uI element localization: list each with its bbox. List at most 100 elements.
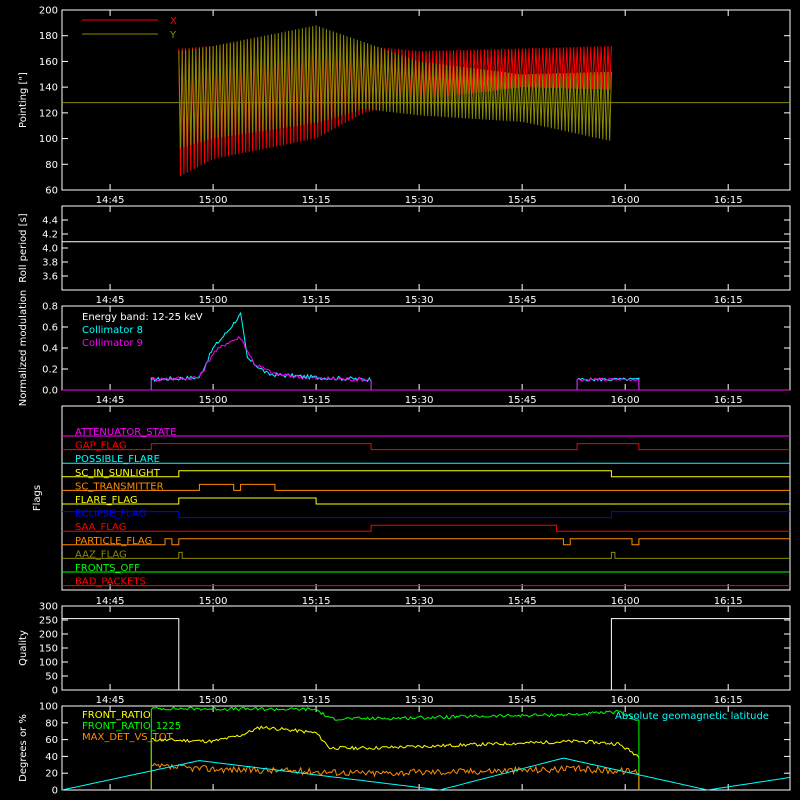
- flag-line: [62, 524, 790, 532]
- y-tick-label: 3.6: [42, 272, 58, 283]
- figure-canvas: 6080100120140160180200Pointing ["]14:45 1…: [18, 6, 791, 797]
- x-tick-label: 16:15: [714, 695, 743, 706]
- y-tick-label: 100: [39, 658, 58, 669]
- legend-label: Collimator 9: [82, 338, 143, 349]
- x-tick-label: 15:00: [199, 395, 228, 406]
- x-tick-label: 15:30: [405, 695, 434, 706]
- x-tick-label: 14:45: [96, 596, 125, 607]
- y-tick-label: 0: [52, 786, 58, 797]
- y-tick-label: 3.8: [42, 258, 58, 269]
- roll_period-ylabel: Roll period [s]: [18, 213, 29, 282]
- x-tick-label: 15:45: [508, 195, 537, 206]
- legend-label: MAX_DET_VS_TOT: [82, 732, 174, 743]
- modulation-ylabel: Normalized modulation: [18, 290, 29, 407]
- y-tick-label: 0.4: [42, 344, 58, 355]
- flag-line: [62, 497, 790, 505]
- x-tick-label: 15:00: [199, 695, 228, 706]
- x-tick-label: 15:00: [199, 596, 228, 607]
- y-tick-label: 0.2: [42, 365, 58, 376]
- x-tick-label: 14:45: [96, 695, 125, 706]
- y-tick-label: 200: [39, 6, 58, 17]
- legend-label: FRONT_RATIO_1225: [82, 721, 181, 732]
- flag-line: [62, 551, 790, 559]
- modulation-series-collimator-9: [150, 335, 372, 390]
- legend-label: Collimator 8: [82, 325, 143, 336]
- y-tick-label: 0.8: [42, 302, 58, 313]
- y-tick-label: 120: [39, 108, 58, 119]
- pointing-ylabel: Pointing ["]: [18, 72, 29, 128]
- x-tick-label: 15:15: [302, 695, 331, 706]
- y-tick-label: 100: [39, 702, 58, 713]
- y-tick-label: 60: [45, 735, 58, 746]
- x-tick-label: 15:30: [405, 195, 434, 206]
- roll_period-frame: [61, 205, 791, 291]
- ratios-series-front_ratio_1225: [150, 706, 640, 790]
- flags-panel: FlagsATTENUATOR_STATEGAP_FLAGPOSSIBLE_FL…: [32, 405, 791, 607]
- x-tick-label: 15:30: [405, 596, 434, 607]
- flags-ylabel: Flags: [32, 485, 43, 511]
- x-tick-label: 14:45: [96, 395, 125, 406]
- modulation-series-late-segment: [576, 377, 640, 390]
- y-tick-label: 140: [39, 83, 58, 94]
- y-tick-label: 80: [45, 160, 58, 171]
- x-tick-label: 15:15: [302, 295, 331, 306]
- flag-line: [62, 538, 790, 546]
- x-tick-label: 16:00: [611, 295, 640, 306]
- x-tick-label: 15:30: [405, 295, 434, 306]
- x-tick-label: 15:45: [508, 596, 537, 607]
- x-tick-label: 16:00: [611, 195, 640, 206]
- x-tick-label: 14:45: [96, 195, 125, 206]
- ratios-series-max_det_vs_tot: [150, 762, 640, 790]
- y-tick-label: 40: [45, 752, 58, 763]
- x-tick-label: 16:15: [714, 295, 743, 306]
- flag-line: [62, 470, 790, 478]
- quality-ylabel: Quality: [18, 630, 29, 666]
- legend-label: X: [170, 16, 177, 27]
- ratios-series-latitude: [61, 757, 791, 791]
- y-tick-label: 4.2: [42, 230, 58, 241]
- x-tick-label: 14:45: [96, 295, 125, 306]
- x-tick-label: 16:15: [714, 395, 743, 406]
- legend-label: FRONT_RATIO: [82, 710, 151, 721]
- x-tick-label: 16:00: [611, 596, 640, 607]
- x-tick-label: 15:45: [508, 695, 537, 706]
- y-tick-label: 20: [45, 769, 58, 780]
- quality-panel: 0 50 100 150 200 250 300 Quality 14:45 15:00 15:15…: [18, 602, 791, 706]
- y-tick-label: 60: [45, 186, 58, 197]
- flag-line: [62, 511, 790, 519]
- y-tick-label: 50: [45, 672, 58, 683]
- x-tick-label: 15:15: [302, 596, 331, 607]
- flag-line: [62, 483, 790, 491]
- modulation-panel: 0.0 0.2 0.4 0.6 0.8 Normalized modulation 14:4…: [18, 290, 791, 407]
- x-tick-label: 15:30: [405, 395, 434, 406]
- y-tick-label: 250: [39, 616, 58, 627]
- x-tick-label: 15:00: [199, 195, 228, 206]
- y-tick-label: 0.6: [42, 323, 58, 334]
- y-tick-label: 80: [45, 718, 58, 729]
- x-tick-label: 16:15: [714, 596, 743, 607]
- y-tick-label: 4.4: [42, 216, 58, 227]
- plots-layer: 6080100120140160180200Pointing ["]14:45 1…: [18, 6, 791, 797]
- x-tick-label: 16:15: [714, 195, 743, 206]
- modulation-annotation: Energy band: 12-25 keV: [82, 312, 203, 323]
- legend-label: Y: [169, 30, 177, 41]
- y-tick-label: 150: [39, 644, 58, 655]
- x-tick-label: 15:15: [302, 395, 331, 406]
- flag-label: ECLIPSE_FLAG: [75, 509, 146, 520]
- roll_period-panel: 3.6 3.8 4.0 4.2 4.4 Roll period [s] 14:45 15:00…: [18, 205, 791, 306]
- y-tick-label: 160: [39, 57, 58, 68]
- x-tick-label: 16:00: [611, 695, 640, 706]
- y-tick-label: 0.0: [42, 386, 58, 397]
- x-tick-label: 15:45: [508, 295, 537, 306]
- ratios-panel: 0 20 40 60 80 100 Degrees or % FRONT_RATIOFRONT…: [18, 702, 791, 797]
- pointing-panel: 60 80 100 120 140 160 180 200 Pointing ["] 14:45 1…: [18, 6, 791, 206]
- y-tick-label: 300: [39, 602, 58, 613]
- y-tick-label: 4.0: [42, 244, 58, 255]
- x-tick-label: 15:45: [508, 395, 537, 406]
- y-tick-label: 0: [52, 686, 58, 697]
- quality-series: [62, 618, 790, 691]
- y-tick-label: 100: [39, 134, 58, 145]
- flag-line: [62, 443, 790, 451]
- ratios-ylabel: Degrees or %: [18, 714, 29, 782]
- y-tick-label: 180: [39, 31, 58, 42]
